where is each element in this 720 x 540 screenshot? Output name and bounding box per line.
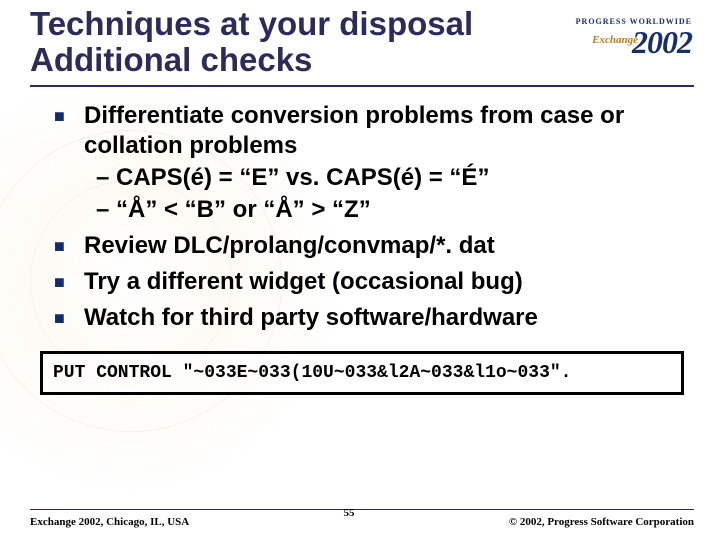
- logo-brand: Exchange: [592, 34, 638, 46]
- header: Techniques at your disposal Additional c…: [30, 6, 694, 77]
- dash-bullet-icon: –: [96, 163, 116, 193]
- sub-bullet-text: “Å” < “B” or “Å” > “Z”: [116, 195, 694, 225]
- square-bullet-icon: ■: [54, 303, 84, 333]
- slide-body: ■ Differentiate conversion problems from…: [30, 101, 694, 333]
- footer: Exchange 2002, Chicago, IL, USA 55 © 200…: [30, 509, 694, 528]
- page-number: 55: [344, 507, 355, 519]
- footer-divider: [30, 509, 694, 510]
- bullet-item: ■ Try a different widget (occasional bug…: [54, 267, 694, 297]
- slide-title: Techniques at your disposal Additional c…: [30, 6, 540, 77]
- sub-bullet-item: – “Å” < “B” or “Å” > “Z”: [96, 195, 694, 225]
- bullet-text: Watch for third party software/hardware: [84, 303, 694, 333]
- dash-bullet-icon: –: [96, 195, 116, 225]
- square-bullet-icon: ■: [54, 101, 84, 161]
- logo-year: 2002: [632, 24, 692, 60]
- code-snippet: PUT CONTROL "~033E~033(10U~033&l2A~033&l…: [40, 351, 684, 395]
- title-divider: [30, 85, 694, 87]
- footer-copyright: © 2002, Progress Software Corporation: [509, 516, 694, 528]
- bullet-text: Review DLC/prolang/convmap/*. dat: [84, 231, 694, 261]
- square-bullet-icon: ■: [54, 231, 84, 261]
- slide: Techniques at your disposal Additional c…: [0, 0, 720, 540]
- sub-bullet-item: – CAPS(é) = “E” vs. CAPS(é) = “É”: [96, 163, 694, 193]
- bullet-text: Try a different widget (occasional bug): [84, 267, 694, 297]
- sub-bullet-text: CAPS(é) = “E” vs. CAPS(é) = “É”: [116, 163, 694, 193]
- conference-logo: PROGRESS WORLDWIDE Exchange2002: [576, 6, 694, 58]
- footer-venue: Exchange 2002, Chicago, IL, USA: [30, 516, 189, 528]
- bullet-item: ■ Watch for third party software/hardwar…: [54, 303, 694, 333]
- square-bullet-icon: ■: [54, 267, 84, 297]
- bullet-item: ■ Review DLC/prolang/convmap/*. dat: [54, 231, 694, 261]
- bullet-text: Differentiate conversion problems from c…: [84, 101, 694, 161]
- bullet-item: ■ Differentiate conversion problems from…: [54, 101, 694, 161]
